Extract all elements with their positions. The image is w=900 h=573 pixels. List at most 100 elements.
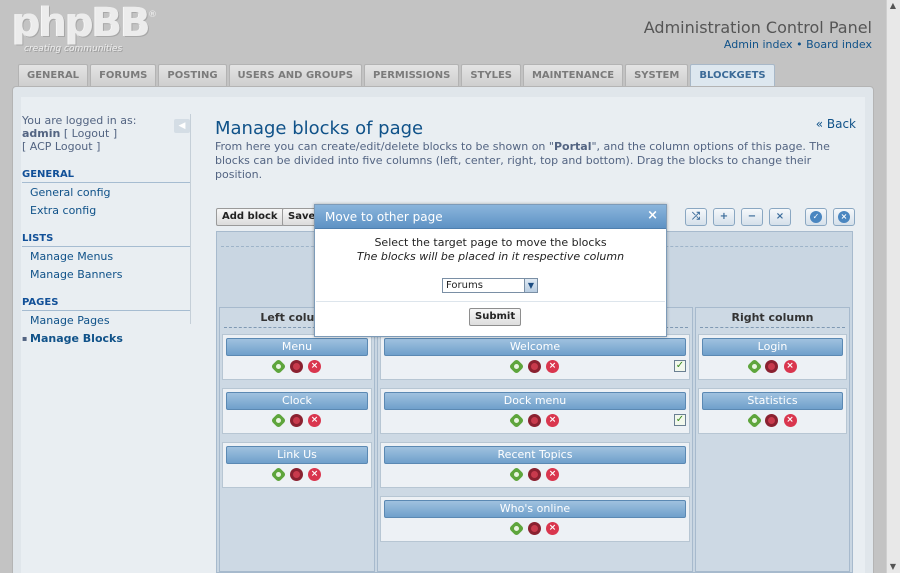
scroll-up-icon[interactable]: ▲ — [886, 0, 900, 12]
sidebar-item-general-config[interactable]: General config — [22, 183, 190, 201]
block-actions: × — [223, 466, 371, 483]
block-link-us[interactable]: Link Us × — [222, 442, 372, 488]
desc-page-name: Portal — [553, 140, 592, 153]
main-tabs: GENERAL FORUMS POSTING USERS AND GROUPS … — [18, 64, 777, 87]
submit-button[interactable]: Submit — [469, 308, 522, 326]
settings-gear-icon[interactable] — [508, 358, 525, 375]
board-index-link[interactable]: Board index — [806, 38, 872, 51]
tab-permissions[interactable]: PERMISSIONS — [364, 64, 460, 86]
block-actions: × — [699, 358, 846, 375]
tab-users-and-groups[interactable]: USERS AND GROUPS — [228, 64, 363, 86]
collapse-sidebar-icon[interactable]: ◀ — [174, 119, 190, 133]
back-link[interactable]: « Back — [816, 117, 856, 131]
dialog-close-icon[interactable]: × — [647, 208, 658, 223]
acp-title: Administration Control Panel — [643, 18, 872, 37]
phpbb-logo: phpBB ® creating communities — [12, 0, 162, 58]
disable-icon[interactable] — [289, 468, 303, 481]
block-actions: × — [223, 412, 371, 429]
block-title[interactable]: Statistics — [702, 392, 843, 410]
scroll-down-icon[interactable]: ▼ — [886, 561, 900, 573]
block-menu[interactable]: Menu × — [222, 334, 372, 380]
delete-icon[interactable]: × — [783, 414, 797, 427]
settings-gear-icon[interactable] — [270, 466, 287, 483]
disable-icon[interactable] — [527, 414, 541, 427]
page-title: Manage blocks of page — [215, 118, 424, 139]
block-checkbox[interactable]: ✓ — [674, 414, 686, 426]
block-clock[interactable]: Clock × — [222, 388, 372, 434]
block-title[interactable]: Dock menu — [384, 392, 686, 410]
block-actions: × — [381, 358, 689, 375]
block-title[interactable]: Who's online — [384, 500, 686, 518]
left-column: Left column Menu × Clock × Link Us × — [219, 307, 375, 572]
settings-gear-icon[interactable] — [508, 466, 525, 483]
block-title[interactable]: Welcome — [384, 338, 686, 356]
tab-blockgets[interactable]: BLOCKGETS — [690, 64, 775, 87]
window-scrollbar[interactable]: ▲ ▼ — [886, 0, 900, 573]
block-statistics[interactable]: Statistics × — [698, 388, 847, 434]
block-title[interactable]: Clock — [226, 392, 368, 410]
block-title[interactable]: Recent Topics — [384, 446, 686, 464]
delete-icon[interactable]: × — [308, 468, 321, 481]
delete-icon[interactable]: × — [546, 414, 559, 427]
delete-icon[interactable]: × — [546, 360, 559, 373]
block-title[interactable]: Link Us — [226, 446, 368, 464]
delete-icon[interactable]: × — [783, 360, 797, 373]
delete-icon[interactable]: × — [546, 468, 559, 481]
block-actions: × — [381, 412, 689, 429]
block-recent-topics[interactable]: Recent Topics × — [380, 442, 690, 488]
settings-gear-icon[interactable] — [746, 358, 762, 375]
sidebar-item-manage-menus[interactable]: Manage Menus — [22, 247, 190, 265]
delete-icon[interactable]: × — [308, 414, 321, 427]
tab-general[interactable]: GENERAL — [18, 64, 89, 86]
cancel-icon[interactable]: × — [833, 208, 855, 226]
block-whos-online[interactable]: Who's online × — [380, 496, 690, 542]
acp-logout-link[interactable]: [ ACP Logout ] — [22, 140, 190, 153]
settings-gear-icon[interactable] — [508, 412, 525, 429]
shuffle-icon[interactable]: ⤮ — [685, 208, 707, 226]
block-actions: × — [381, 520, 689, 537]
target-page-select[interactable]: Forums ▼ — [442, 278, 538, 293]
block-title[interactable]: Menu — [226, 338, 368, 356]
block-welcome[interactable]: Welcome × ✓ — [380, 334, 690, 380]
block-checkbox[interactable]: ✓ — [674, 360, 686, 372]
plus-icon[interactable]: + — [713, 208, 735, 226]
close-cross-icon[interactable]: × — [769, 208, 791, 226]
tab-system[interactable]: SYSTEM — [625, 64, 689, 86]
add-block-button[interactable]: Add block — [216, 208, 284, 226]
tab-posting[interactable]: POSTING — [158, 64, 227, 86]
center-column: Welcome × ✓ Dock menu × ✓ Recent Topics … — [377, 307, 693, 572]
disable-icon[interactable] — [289, 360, 303, 373]
sidebar-item-manage-pages[interactable]: Manage Pages — [22, 311, 190, 329]
delete-icon[interactable]: × — [308, 360, 321, 373]
disable-icon[interactable] — [527, 468, 541, 481]
header-links: Admin index • Board index — [724, 38, 872, 51]
disable-icon[interactable] — [527, 522, 541, 535]
block-dock-menu[interactable]: Dock menu × ✓ — [380, 388, 690, 434]
chevron-down-icon[interactable]: ▼ — [524, 279, 537, 292]
admin-index-link[interactable]: Admin index — [724, 38, 793, 51]
logo-tagline: creating communities — [24, 44, 123, 54]
settings-gear-icon[interactable] — [270, 358, 287, 375]
sidebar-item-manage-banners[interactable]: Manage Banners — [22, 265, 190, 283]
logo-text: phpBB — [12, 0, 151, 46]
settings-gear-icon[interactable] — [270, 412, 287, 429]
block-login[interactable]: Login × — [698, 334, 847, 380]
settings-gear-icon[interactable] — [746, 412, 762, 429]
right-column-title: Right column — [700, 311, 845, 328]
disable-icon[interactable] — [765, 360, 778, 373]
delete-icon[interactable]: × — [546, 522, 559, 535]
settings-gear-icon[interactable] — [508, 520, 525, 537]
right-column: Right column Login × Statistics × — [695, 307, 850, 572]
logout-link[interactable]: [ Logout ] — [64, 127, 117, 140]
sidebar-item-extra-config[interactable]: Extra config — [22, 201, 190, 219]
disable-icon[interactable] — [527, 360, 541, 373]
sidebar-item-manage-blocks[interactable]: Manage Blocks — [22, 329, 190, 347]
tab-maintenance[interactable]: MAINTENANCE — [522, 64, 624, 86]
block-title[interactable]: Login — [702, 338, 843, 356]
tab-forums[interactable]: FORUMS — [90, 64, 157, 86]
confirm-icon[interactable]: ✓ — [805, 208, 827, 226]
minus-icon[interactable]: − — [741, 208, 763, 226]
tab-styles[interactable]: STYLES — [461, 64, 521, 86]
disable-icon[interactable] — [765, 414, 778, 427]
disable-icon[interactable] — [289, 414, 303, 427]
